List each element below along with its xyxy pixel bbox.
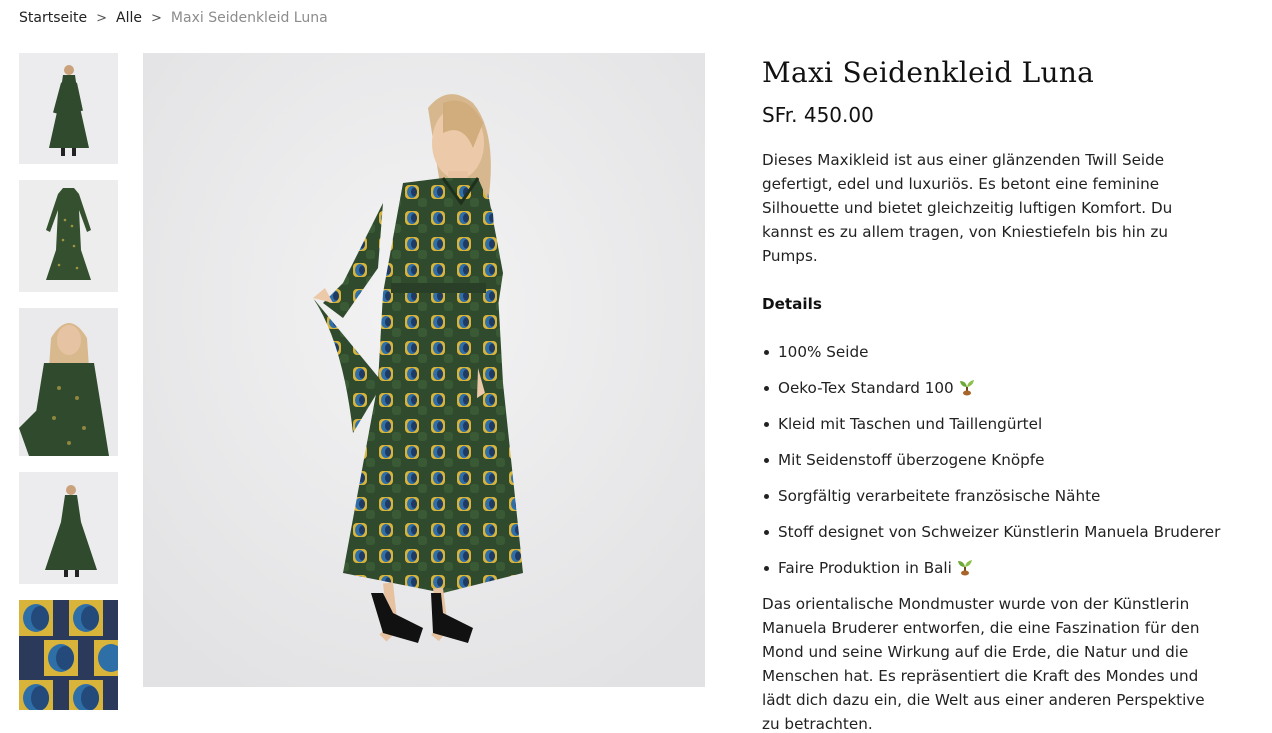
details-list-item: Stoff designet von Schweizer Künstlerin … [764,520,1222,544]
product-title: Maxi Seidenkleid Luna [762,56,1095,89]
model-upper-body-photo-icon [19,308,118,456]
fabric-pattern-closeup-icon [19,600,118,710]
sprout-icon [957,560,972,576]
model-wearing-dress-photo-icon [143,53,705,687]
product-story: Das orientalische Mondmuster wurde von d… [762,595,1205,733]
details-list-item: Mit Seidenstoff überzogene Knöpfe [764,448,1222,472]
dress-flat-photo-icon [19,180,118,292]
details-list: 100% Seide Oeko-Tex Standard 100 Kleid m… [762,340,1222,580]
detail-text: Oeko-Tex Standard 100 [778,379,954,397]
product-description: Dieses Maxikleid ist aus einer glänzende… [762,151,1173,265]
thumbnail-1[interactable] [19,53,118,164]
thumbnail-2[interactable] [19,180,118,292]
breadcrumb-separator: > [151,10,162,26]
product-price: SFr. 450.00 [762,103,874,127]
detail-text: Sorgfältig verarbeitete französische Näh… [778,487,1101,505]
breadcrumb-separator: > [96,10,108,26]
sprout-icon [959,380,974,396]
details-list-item: Faire Produktion in Bali [764,556,1222,580]
thumbnail-3[interactable] [19,308,118,456]
product-info: Maxi Seidenkleid Luna SFr. 450.00 Dieses… [762,56,1222,733]
thumbnail-5[interactable] [19,600,118,710]
detail-text: 100% Seide [778,343,869,361]
model-full-body-photo-icon [19,53,118,164]
model-full-body-photo-icon [19,472,118,584]
details-heading: Details [762,295,822,313]
breadcrumb-home-link[interactable]: Startseite [19,10,87,26]
detail-text: Faire Produktion in Bali [778,559,952,577]
breadcrumb: Startseite > Alle > Maxi Seidenkleid Lun… [19,10,328,26]
details-list-item: Kleid mit Taschen und Taillengürtel [764,412,1222,436]
breadcrumb-current: Maxi Seidenkleid Luna [170,10,328,26]
detail-text: Mit Seidenstoff überzogene Knöpfe [778,451,1045,469]
details-list-item: Sorgfältig verarbeitete französische Näh… [764,484,1222,508]
details-list-item: 100% Seide [764,340,1222,364]
main-product-image[interactable] [143,53,705,687]
details-list-item: Oeko-Tex Standard 100 [764,376,1222,400]
detail-text: Kleid mit Taschen und Taillengürtel [778,415,1043,433]
breadcrumb-all-link[interactable]: Alle [116,10,142,26]
thumbnail-4[interactable] [19,472,118,584]
detail-text: Stoff designet von Schweizer Künstlerin … [778,523,1221,541]
